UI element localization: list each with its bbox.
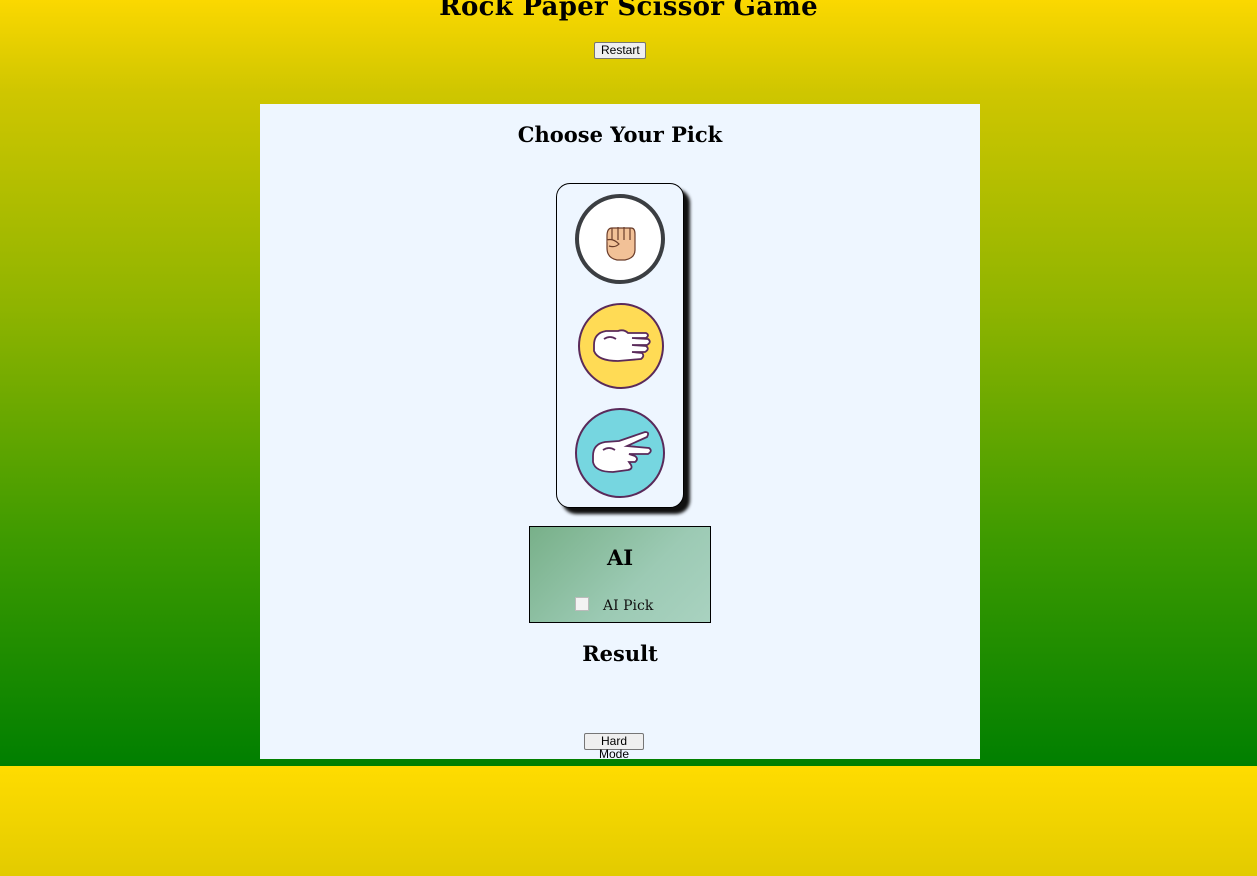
paper-hand-icon xyxy=(593,329,651,362)
broken-image-icon xyxy=(575,597,589,611)
restart-button[interactable]: Restart xyxy=(594,42,646,59)
hard-mode-button[interactable]: Hard Mode xyxy=(584,733,644,761)
page-background-lower xyxy=(0,766,1257,876)
ai-label: AI xyxy=(606,545,634,570)
rock-fist-icon xyxy=(606,227,636,261)
pick-options-box xyxy=(556,183,684,508)
choose-heading: Choose Your Pick xyxy=(517,122,723,147)
scissors-hand-icon xyxy=(592,431,652,473)
result-label: Result xyxy=(582,641,658,666)
game-panel: Choose Your Pick AI AI Pick Result Hard … xyxy=(260,104,980,761)
ai-pick-image: AI Pick xyxy=(575,597,653,614)
scissors-pick-button[interactable] xyxy=(575,408,665,498)
ai-pick-box: AI AI Pick xyxy=(529,526,711,623)
rock-pick-button[interactable] xyxy=(575,194,665,284)
ai-pick-alt-text: AI Pick xyxy=(603,598,654,614)
paper-pick-button[interactable] xyxy=(578,303,664,389)
page-title: Rock Paper Scissor Game xyxy=(439,0,818,22)
